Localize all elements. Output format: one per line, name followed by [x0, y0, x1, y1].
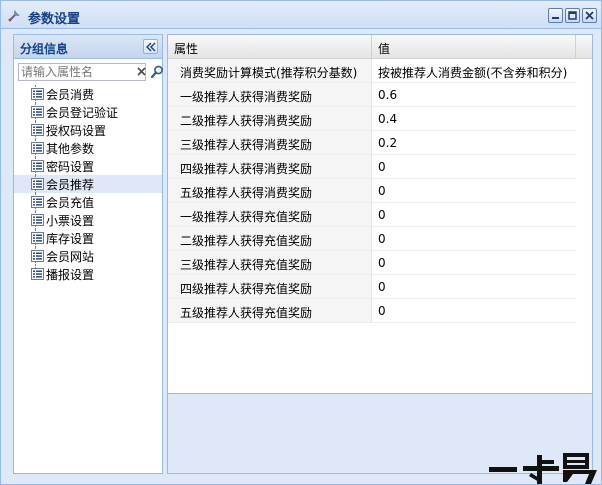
- property-value-cell[interactable]: 0.6: [372, 83, 576, 106]
- tree-item-label: 会员网站: [46, 250, 95, 264]
- maximize-button[interactable]: [565, 8, 580, 23]
- property-name-cell: 二级推荐人获得消费奖励: [168, 107, 372, 130]
- table-row[interactable]: 五级推荐人获得消费奖励 0: [168, 179, 576, 203]
- clear-x-icon[interactable]: [136, 66, 147, 77]
- yikayi-logo-icon: [489, 453, 597, 484]
- table-row[interactable]: 五级推荐人获得充值奖励 0: [168, 299, 576, 323]
- list-document-icon: [31, 214, 44, 226]
- tree-item[interactable]: 其他参数: [14, 139, 162, 157]
- title-bar[interactable]: 参数设置: [1, 1, 601, 29]
- table-row[interactable]: 四级推荐人获得充值奖励 0: [168, 275, 576, 299]
- property-value-cell[interactable]: 0: [372, 203, 576, 226]
- tree-item-label: 会员消费: [46, 88, 95, 102]
- table-row[interactable]: 三级推荐人获得消费奖励 0.2: [168, 131, 576, 155]
- tree-item[interactable]: 小票设置: [14, 211, 162, 229]
- tree-item[interactable]: 播报设置: [14, 265, 162, 283]
- tree-item-label: 小票设置: [46, 214, 95, 228]
- table-row[interactable]: 二级推荐人获得充值奖励 0: [168, 227, 576, 251]
- property-name-cell: 一级推荐人获得消费奖励: [168, 83, 372, 106]
- tree-item[interactable]: 会员登记验证: [14, 103, 162, 121]
- minimize-button[interactable]: [548, 8, 563, 23]
- tree-item[interactable]: 库存设置: [14, 229, 162, 247]
- property-name-cell: 三级推荐人获得消费奖励: [168, 131, 372, 154]
- list-document-icon: [31, 142, 44, 154]
- table-row[interactable]: 二级推荐人获得消费奖励 0.4: [168, 107, 576, 131]
- table-row[interactable]: 三级推荐人获得充值奖励 0: [168, 251, 576, 275]
- list-document-icon: [31, 124, 44, 136]
- tree-item-label: 会员登记验证: [46, 106, 119, 120]
- table-row[interactable]: 四级推荐人获得消费奖励 0: [168, 155, 576, 179]
- property-name-cell: 五级推荐人获得充值奖励: [168, 299, 372, 322]
- tree-item-label: 会员充值: [46, 196, 95, 210]
- column-header-value[interactable]: 值: [372, 35, 576, 58]
- property-value-cell[interactable]: 0: [372, 299, 576, 322]
- list-document-icon: [31, 250, 44, 262]
- property-grid-header: 属性 值: [168, 35, 592, 59]
- property-name-cell: 三级推荐人获得充值奖励: [168, 251, 372, 274]
- close-button[interactable]: [582, 8, 597, 23]
- tree-item-label: 密码设置: [46, 160, 95, 174]
- group-info-panel: 分组信息 会员消费会员登记验证授权码设置其他参数密码设置会员推荐: [13, 34, 163, 474]
- property-value-cell[interactable]: 0: [372, 155, 576, 178]
- tree-item[interactable]: 会员网站: [14, 247, 162, 265]
- tree-item[interactable]: 会员推荐: [14, 175, 162, 193]
- watermark-logo: [487, 453, 599, 485]
- tree-item[interactable]: 会员充值: [14, 193, 162, 211]
- list-document-icon: [31, 160, 44, 172]
- property-grid-body: 消费奖励计算模式(推荐积分基数) 按被推荐人消费金额(不含券和积分) 一级推荐人获得…: [168, 59, 592, 393]
- property-search-input[interactable]: [18, 63, 146, 81]
- property-grid-panel: 属性 值 消费奖励计算模式(推荐积分基数) 按被推荐人消费金额(不含券和积分) 一级…: [167, 34, 593, 474]
- property-name-cell: 四级推荐人获得充值奖励: [168, 275, 372, 298]
- property-value-cell[interactable]: 0.4: [372, 107, 576, 130]
- parameter-settings-window: 参数设置 分组信息 请输入属性名 会员消费 会员登记验证 授权码设置 其他参数 …: [0, 0, 602, 485]
- property-name-cell: 五级推荐人获得消费奖励: [168, 179, 372, 202]
- list-document-icon: [31, 268, 44, 280]
- double-chevron-left-icon: [146, 42, 156, 52]
- property-value-cell[interactable]: 0: [372, 275, 576, 298]
- group-tree: 会员消费会员登记验证 授权码设置其他参数密码设置会员推荐会员充值小票设置库存设置会…: [14, 85, 162, 283]
- property-name-cell: 二级推荐人获得充值奖励: [168, 227, 372, 250]
- tree-item-label: 播报设置: [46, 268, 95, 282]
- property-value-cell[interactable]: 0: [372, 179, 576, 202]
- column-header-property[interactable]: 属性: [168, 35, 372, 58]
- collapse-panel-button[interactable]: [143, 39, 158, 54]
- group-info-header: 分组信息: [14, 35, 162, 59]
- table-row[interactable]: 消费奖励计算模式(推荐积分基数) 按被推荐人消费金额(不含券和积分): [168, 59, 576, 83]
- close-icon: [585, 11, 594, 20]
- property-search: [18, 63, 163, 81]
- list-document-icon: [31, 88, 44, 100]
- tree-item-label: 其他参数: [46, 142, 95, 156]
- property-name-cell: 四级推荐人获得消费奖励: [168, 155, 372, 178]
- list-document-icon: [31, 232, 44, 244]
- list-document-icon: [31, 196, 44, 208]
- group-info-title: 分组信息: [20, 42, 69, 56]
- tree-item[interactable]: 会员消费: [14, 85, 162, 103]
- tree-item-label: 库存设置: [46, 232, 95, 246]
- minimize-icon: [552, 17, 559, 19]
- tree-item-label: 会员推荐: [46, 178, 95, 192]
- settings-wrench-icon: [7, 7, 23, 23]
- property-value-cell[interactable]: 0.2: [372, 131, 576, 154]
- list-document-icon: [31, 106, 44, 118]
- property-name-cell: 一级推荐人获得充值奖励: [168, 203, 372, 226]
- magnifier-icon[interactable]: [149, 64, 165, 80]
- tree-item-label: 授权码设置: [46, 124, 107, 138]
- window-title: 参数设置: [28, 12, 81, 27]
- maximize-icon: [568, 11, 577, 20]
- table-row[interactable]: 一级推荐人获得消费奖励 0.6: [168, 83, 576, 107]
- table-row[interactable]: 一级推荐人获得充值奖励 0: [168, 203, 576, 227]
- property-name-cell: 消费奖励计算模式(推荐积分基数): [168, 59, 372, 82]
- property-value-cell[interactable]: 按被推荐人消费金额(不含券和积分): [372, 59, 576, 82]
- list-document-icon: [31, 178, 44, 190]
- property-value-cell[interactable]: 0: [372, 251, 576, 274]
- tree-item[interactable]: 授权码设置: [14, 121, 162, 139]
- property-value-cell[interactable]: 0: [372, 227, 576, 250]
- tree-item[interactable]: 密码设置: [14, 157, 162, 175]
